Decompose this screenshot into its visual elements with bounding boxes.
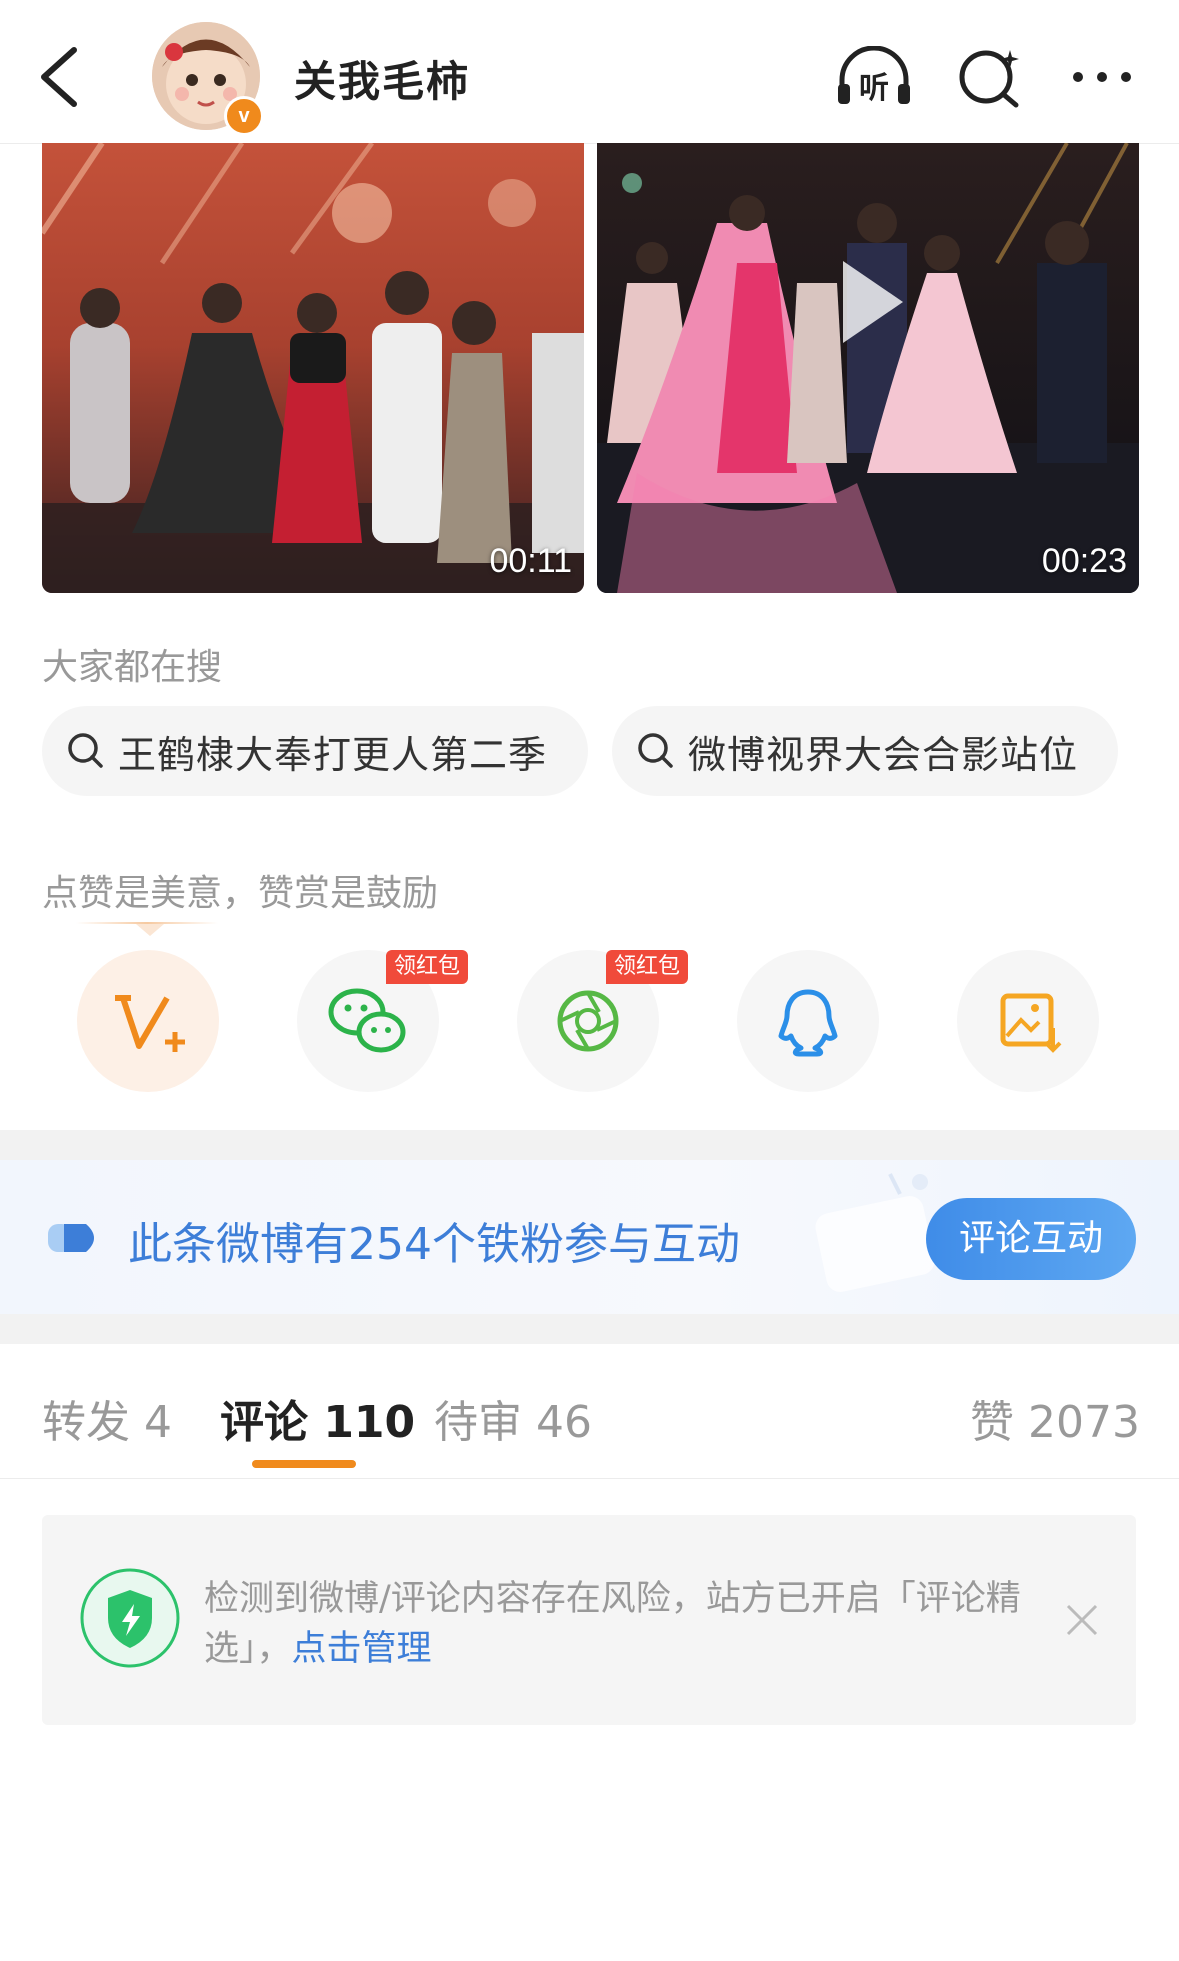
comment-interact-button[interactable]: 评论互动 bbox=[926, 1198, 1136, 1280]
more-icon[interactable] bbox=[1068, 46, 1138, 108]
section-divider bbox=[0, 1130, 1179, 1160]
video-thumbnail-2[interactable]: 00:23 bbox=[597, 143, 1139, 593]
listen-icon[interactable]: 听 bbox=[834, 45, 910, 108]
fan-badge-icon bbox=[48, 1224, 94, 1252]
search-chip[interactable]: 王鹤棣大奉打更人第二季 bbox=[42, 706, 588, 796]
tab-repost[interactable]: 转发 4 bbox=[42, 1386, 172, 1450]
username[interactable]: 关我毛柿 bbox=[294, 48, 470, 109]
search-chip[interactable]: 微博视界大会合影站位 bbox=[612, 706, 1118, 796]
pointer-arrow bbox=[136, 924, 164, 936]
search-icon bbox=[638, 733, 673, 768]
svg-text:听: 听 bbox=[859, 71, 889, 106]
divider bbox=[0, 1478, 1179, 1479]
qq-icon bbox=[778, 989, 838, 1057]
tab-pending[interactable]: 待审 46 bbox=[434, 1386, 592, 1450]
video-duration: 00:11 bbox=[489, 542, 572, 580]
manage-link[interactable]: 点击管理 bbox=[292, 1629, 432, 1669]
reward-section-label: 点赞是美意，赞赏是鼓励 bbox=[42, 873, 439, 914]
risk-notice-text: 检测到微博/评论内容存在风险，站方已开启「评论精选」，点击管理 bbox=[204, 1574, 1044, 1674]
tab-comments[interactable]: 评论 110 bbox=[220, 1386, 415, 1450]
section-divider bbox=[0, 1314, 1179, 1344]
reward-button[interactable] bbox=[77, 950, 219, 1092]
verified-badge-icon: v bbox=[224, 96, 264, 136]
shield-icon bbox=[80, 1568, 180, 1668]
close-icon[interactable] bbox=[1064, 1602, 1100, 1638]
video-duration: 00:23 bbox=[1041, 542, 1127, 580]
back-icon[interactable] bbox=[30, 44, 90, 110]
active-tab-indicator bbox=[252, 1460, 356, 1468]
save-image-icon bbox=[1000, 993, 1062, 1053]
fan-interaction-text: 此条微博有254个铁粉参与互动 bbox=[128, 1219, 740, 1270]
save-image-button[interactable] bbox=[957, 950, 1099, 1092]
search-icon bbox=[68, 733, 103, 768]
share-qq-button[interactable] bbox=[737, 950, 879, 1092]
video-thumbnail-1[interactable]: 00:11 bbox=[42, 143, 584, 593]
search-chip-label: 微博视界大会合影站位 bbox=[688, 732, 1079, 777]
tab-likes[interactable]: 赞 2073 bbox=[970, 1386, 1140, 1450]
search-icon[interactable] bbox=[956, 46, 1026, 108]
red-packet-tag: 领红包 bbox=[606, 950, 689, 984]
reward-v-icon bbox=[115, 995, 185, 1052]
red-packet-tag: 领红包 bbox=[386, 950, 469, 984]
search-chip-label: 王鹤棣大奉打更人第二季 bbox=[118, 732, 548, 777]
search-section-label: 大家都在搜 bbox=[42, 647, 223, 688]
